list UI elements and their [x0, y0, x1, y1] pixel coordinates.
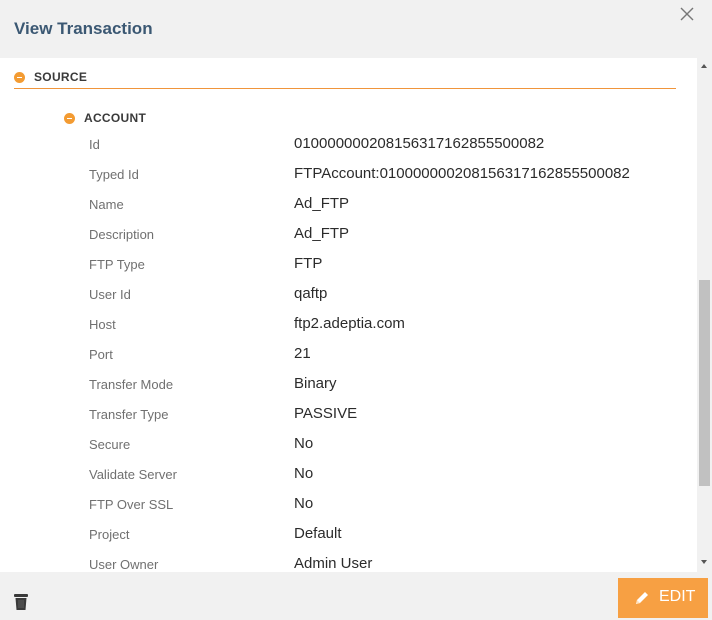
field-label: Port	[89, 347, 113, 362]
edit-button-label: EDIT	[659, 588, 696, 605]
vertical-scrollbar[interactable]	[697, 58, 712, 572]
field-value: No	[294, 465, 314, 482]
field-row-validate-server: Validate Server No	[0, 464, 697, 486]
scroll-down-arrow-icon[interactable]	[701, 560, 707, 564]
collapse-account-icon[interactable]	[64, 113, 75, 124]
field-label: User Id	[89, 287, 131, 302]
field-row-host: Host ftp2.adeptia.com	[0, 314, 697, 336]
field-value: Ad_FTP	[294, 195, 350, 212]
collapse-source-icon[interactable]	[14, 72, 25, 83]
field-row-user-owner: User Owner Admin User	[0, 554, 697, 572]
field-row-typed-id: Typed Id FTPAccount:01000000020815631716…	[0, 164, 697, 186]
field-row-name: Name Ad_FTP	[0, 194, 697, 216]
field-label: Name	[89, 197, 124, 212]
field-label: Secure	[89, 437, 131, 452]
field-label: FTP Over SSL	[89, 497, 174, 512]
account-section-label: ACCOUNT	[84, 111, 147, 125]
dialog-content: SOURCE ACCOUNT Id 0100000002081563171628…	[0, 58, 697, 572]
field-value: 010000000208156317162855500082	[294, 135, 545, 152]
field-row-ftp-type: FTP Type FTP	[0, 254, 697, 276]
field-row-description: Description Ad_FTP	[0, 224, 697, 246]
field-value: Ad_FTP	[294, 225, 350, 242]
field-value: No	[294, 435, 314, 452]
edit-button[interactable]: EDIT	[618, 578, 708, 618]
dialog-title: View Transaction	[14, 19, 153, 38]
field-row-project: Project Default	[0, 524, 697, 546]
source-section-header[interactable]: SOURCE	[14, 68, 676, 89]
field-label: Typed Id	[89, 167, 139, 182]
field-label: Id	[89, 137, 100, 152]
field-row-user-id: User Id qaftp	[0, 284, 697, 306]
pencil-icon	[634, 590, 650, 606]
account-section-header[interactable]: ACCOUNT	[64, 110, 364, 128]
field-label: Project	[89, 527, 130, 542]
field-row-ftp-over-ssl: FTP Over SSL No	[0, 494, 697, 516]
field-value: Binary	[294, 375, 337, 392]
field-value: Admin User	[294, 555, 373, 572]
close-icon[interactable]	[678, 5, 696, 23]
source-section-label: SOURCE	[34, 70, 88, 84]
dialog-header: View Transaction	[0, 0, 712, 58]
scroll-up-arrow-icon[interactable]	[701, 64, 707, 68]
field-row-port: Port 21	[0, 344, 697, 366]
field-label: FTP Type	[89, 257, 145, 272]
field-row-transfer-mode: Transfer Mode Binary	[0, 374, 697, 396]
field-label: Transfer Mode	[89, 377, 174, 392]
field-label: Transfer Type	[89, 407, 169, 422]
field-row-secure: Secure No	[0, 434, 697, 456]
scrollbar-thumb[interactable]	[699, 280, 710, 486]
field-value: No	[294, 495, 314, 512]
field-row-transfer-type: Transfer Type PASSIVE	[0, 404, 697, 426]
field-value: 21	[294, 345, 311, 362]
field-label: User Owner	[89, 557, 159, 572]
field-label: Description	[89, 227, 155, 242]
field-value: ftp2.adeptia.com	[294, 315, 405, 332]
field-value: qaftp	[294, 285, 328, 302]
field-value: PASSIVE	[294, 405, 358, 422]
field-value: FTPAccount:01000000020815631716285550008…	[294, 165, 630, 182]
dialog-footer: EDIT	[0, 572, 712, 620]
field-row-id: Id 010000000208156317162855500082	[0, 134, 697, 156]
field-label: Validate Server	[89, 467, 177, 482]
field-value: Default	[294, 525, 342, 542]
trash-icon[interactable]	[12, 592, 30, 612]
field-label: Host	[89, 317, 116, 332]
field-value: FTP	[294, 255, 323, 272]
